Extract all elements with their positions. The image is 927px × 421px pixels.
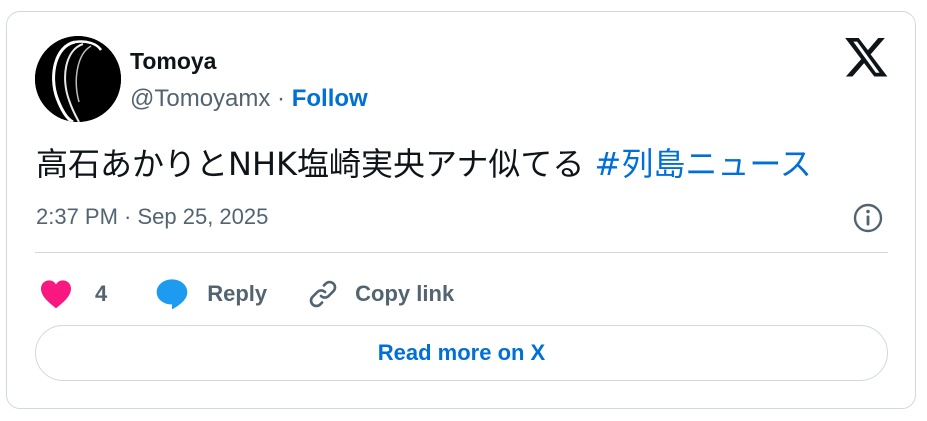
read-more-button[interactable]: Read more on X: [35, 325, 888, 381]
author-handle-line: @Tomoyamx · Follow: [130, 85, 368, 113]
divider: [35, 252, 888, 253]
tweet-text: 高石あかりとNHK塩崎実央アナ似てる #列島ニュース: [36, 144, 812, 184]
tweet-timestamp[interactable]: 2:37 PM · Sep 25, 2025: [36, 203, 268, 231]
like-count: 4: [95, 281, 108, 306]
like-button[interactable]: 4: [39, 279, 107, 309]
copy-link-label: Copy link: [355, 281, 455, 306]
reply-button[interactable]: Reply: [155, 278, 267, 310]
tweet-body: 高石あかりとNHK塩崎実央アナ似てる: [36, 145, 595, 183]
handle-separator: ·: [270, 85, 292, 112]
follow-link[interactable]: Follow: [292, 85, 368, 112]
author-name[interactable]: Tomoya: [130, 48, 216, 74]
author-handle[interactable]: @Tomoyamx: [130, 85, 270, 112]
info-icon[interactable]: [852, 202, 884, 234]
avatar[interactable]: [35, 36, 121, 122]
avatar-image: [35, 36, 121, 122]
reply-bubble-icon: [156, 279, 188, 310]
copy-link-button[interactable]: Copy link: [307, 278, 454, 310]
reply-label: Reply: [207, 281, 268, 306]
tweet-card: Tomoya @Tomoyamx · Follow 高石あかりとNHK塩崎実央ア…: [6, 11, 916, 409]
action-bar: 4 Reply Copy link: [39, 274, 454, 314]
link-icon: [309, 280, 337, 308]
heart-icon: [41, 280, 71, 309]
hashtag-link[interactable]: #列島ニュース: [595, 145, 812, 183]
read-more-label: Read more on X: [377, 340, 546, 365]
x-logo-icon[interactable]: [845, 38, 889, 78]
